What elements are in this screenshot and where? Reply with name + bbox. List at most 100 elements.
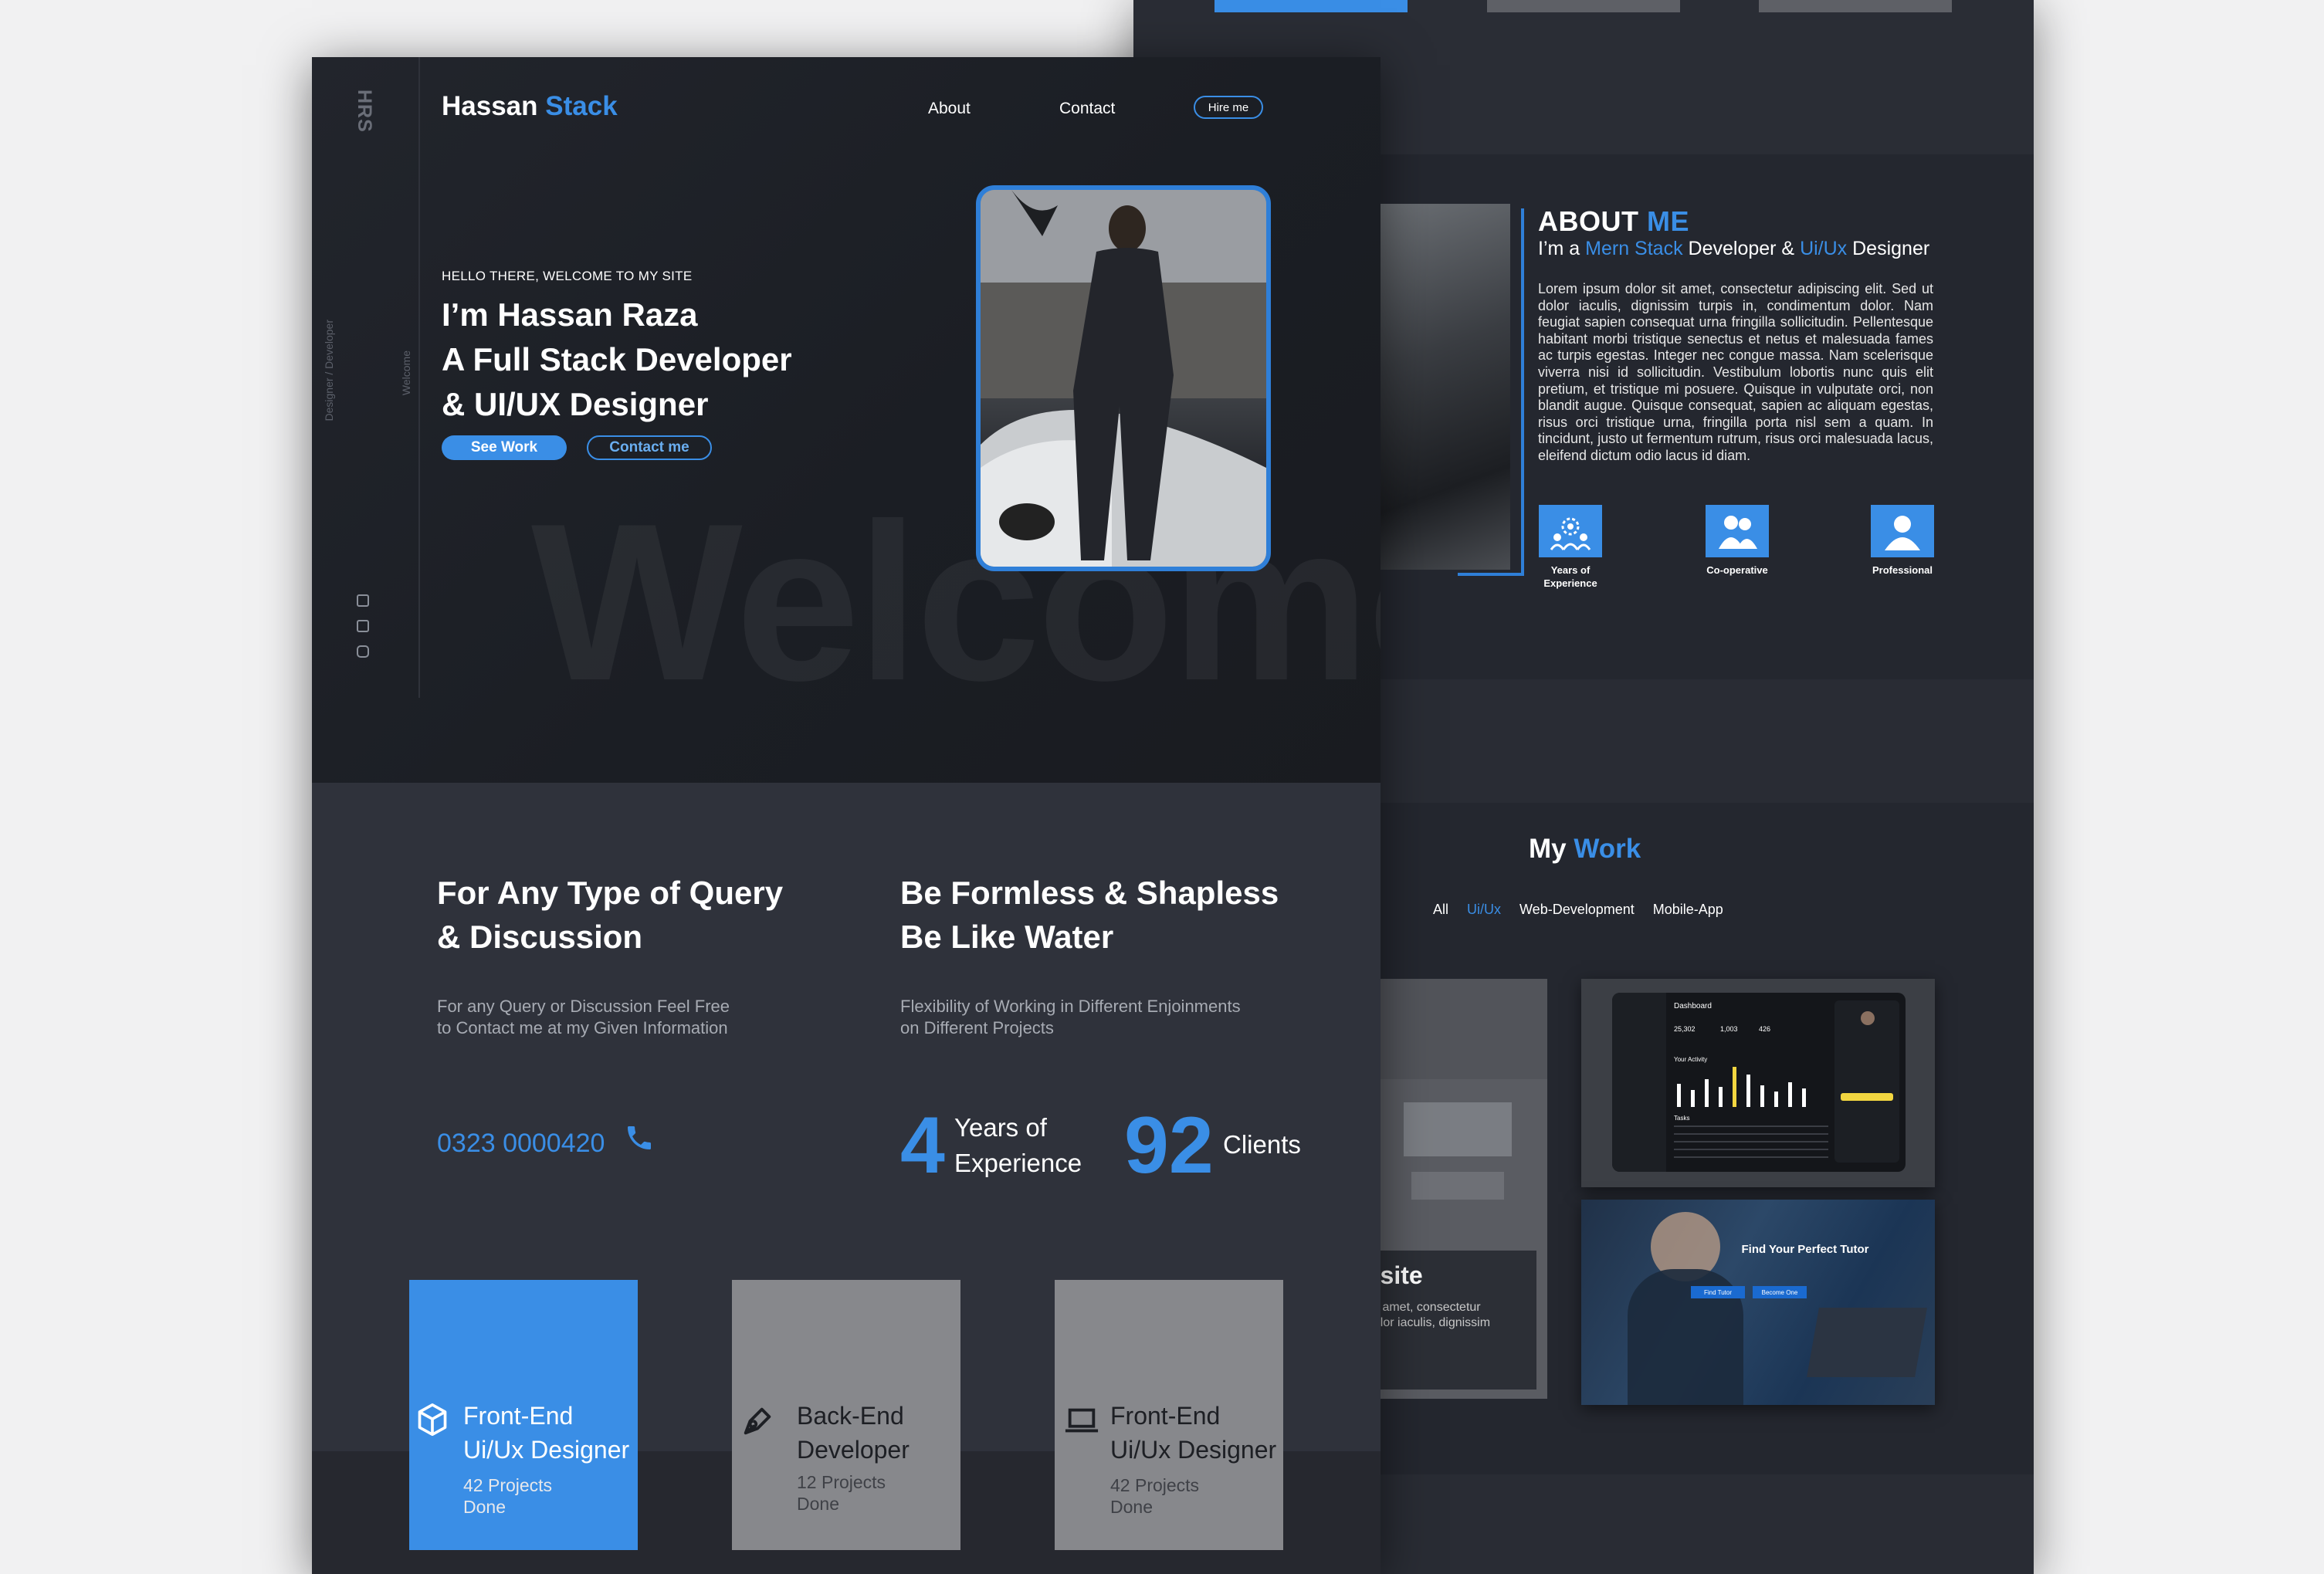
hero-photo <box>976 185 1271 571</box>
query-description: For any Query or Discussion Feel Free to… <box>437 996 730 1039</box>
dashboard-sidebar <box>1612 993 1666 1172</box>
feature-label: Experience <box>1543 577 1597 589</box>
cube-icon <box>415 1402 449 1443</box>
query-title-line: & Discussion <box>437 919 643 955</box>
hero-role: A Full Stack Developer <box>442 341 792 377</box>
hire-me-button[interactable]: Hire me <box>1194 96 1263 119</box>
laptop-image <box>1807 1308 1927 1377</box>
brand-logo[interactable]: Hassan Stack <box>442 91 618 122</box>
work-title-second: Work <box>1574 834 1641 864</box>
feature-label: Co-operative <box>1706 564 1768 576</box>
top-tab-active[interactable] <box>1215 0 1408 12</box>
dashboard-right-panel <box>1834 1000 1899 1163</box>
work-filters: All Ui/Ux Web-Development Mobile-App <box>1433 902 1723 918</box>
instagram-icon[interactable] <box>357 645 369 658</box>
about-paragraph: Lorem ipsum dolor sit amet, consectetur … <box>1538 281 1933 463</box>
dashboard-mockup: Dashboard 25,302 1,003 426 Your Activity… <box>1612 993 1906 1172</box>
formless-title: Be Formless & Shapless Be Like Water <box>900 871 1279 959</box>
service-title: Ui/Ux Designer <box>1110 1436 1277 1464</box>
feature-experience: Years of Experience <box>1516 505 1624 590</box>
years-label: Years of Experience <box>954 1110 1082 1181</box>
nav-contact[interactable]: Contact <box>1059 100 1115 118</box>
dashboard-stat: 1,003 <box>1720 1025 1738 1033</box>
service-title: Ui/Ux Designer <box>463 1436 630 1464</box>
project-tutor-site[interactable]: Find Your Perfect Tutor Find Tutor Becom… <box>1581 1200 1935 1405</box>
about-sub-prefix: I’m a <box>1538 238 1580 259</box>
home-page-preview: HRS Designer / Developer Welcome Hassan … <box>312 57 1381 1574</box>
find-tutor-button[interactable]: Find Tutor <box>1691 1286 1745 1298</box>
filter-mobile-app[interactable]: Mobile-App <box>1653 902 1723 918</box>
query-title-line: For Any Type of Query <box>437 875 784 911</box>
service-subtitle: 12 Projects <box>797 1472 886 1492</box>
formless-title-line: Be Formless & Shapless <box>900 875 1279 911</box>
hero-name: I’m Hassan Raza <box>442 296 698 333</box>
user-icon <box>1871 505 1934 557</box>
dashboard-tasks-label: Tasks <box>1674 1115 1690 1122</box>
project-card-text: dolor iaculis, dignissim <box>1367 1316 1491 1329</box>
dashboard-activity-label: Your Activity <box>1674 1056 1708 1063</box>
phone-icon[interactable] <box>624 1122 655 1157</box>
filter-all[interactable]: All <box>1433 902 1448 918</box>
feature-cooperative: Co-operative <box>1683 505 1791 577</box>
nav-about[interactable]: About <box>928 100 971 118</box>
query-title: For Any Type of Query & Discussion <box>437 871 783 959</box>
sidebar-divider <box>418 57 420 698</box>
hero-greeting: HELLO THERE, WELCOME TO MY SITE <box>442 269 693 283</box>
about-subtitle: I’m a Mern Stack Developer & Ui/Ux Desig… <box>1538 238 1929 260</box>
filter-uiux[interactable]: Ui/Ux <box>1467 902 1501 918</box>
about-sub-suffix: Designer <box>1852 238 1930 259</box>
clients-number: 92 <box>1124 1101 1214 1190</box>
brand-second: Stack <box>545 91 618 121</box>
service-card-frontend[interactable]: Front-End Ui/Ux Designer 42 Projects Done <box>409 1280 638 1550</box>
contact-me-button[interactable]: Contact me <box>587 435 712 460</box>
formless-desc-line: on Different Projects <box>900 1018 1054 1037</box>
dashboard-stat: 426 <box>1759 1025 1771 1033</box>
service-subtitle: Done <box>797 1494 839 1514</box>
phone-link[interactable]: 0323 0000420 <box>437 1129 605 1159</box>
project-card-info: osite sit amet, consectetur dolor iaculis… <box>1365 1251 1536 1390</box>
dashboard-title: Dashboard <box>1674 1002 1712 1010</box>
about-sub-mid: Developer & <box>1688 238 1795 259</box>
thumbnail <box>1404 1102 1512 1156</box>
about-sub-role2: Ui/Ux <box>1800 238 1848 259</box>
become-one-button[interactable]: Become One <box>1753 1286 1807 1298</box>
hero-role-secondary: & UI/UX Designer <box>442 386 709 422</box>
project-dashboard[interactable]: Dashboard 25,302 1,003 426 Your Activity… <box>1581 979 1935 1187</box>
linkedin-icon[interactable] <box>357 594 369 607</box>
team-gear-icon <box>1539 505 1602 557</box>
brand-first: Hassan <box>442 91 538 121</box>
facebook-icon[interactable] <box>357 620 369 632</box>
laptop-icon <box>1064 1406 1099 1438</box>
phone-number: 0323 0000420 <box>437 1129 605 1158</box>
years-number: 4 <box>900 1101 945 1190</box>
sidebar-logo[interactable]: HRS <box>347 90 375 133</box>
about-title-first: ABOUT <box>1538 205 1639 237</box>
top-tab[interactable] <box>1759 0 1952 12</box>
filter-web-development[interactable]: Web-Development <box>1519 902 1635 918</box>
service-card-backend[interactable]: Back-End Developer 12 Projects Done <box>732 1280 960 1550</box>
feature-label: Professional <box>1872 564 1933 576</box>
about-title-second: ME <box>1647 205 1690 237</box>
sidebar-welcome-text: Welcome <box>400 350 412 396</box>
about-photo-frame <box>1458 208 1524 576</box>
pen-icon <box>740 1403 775 1443</box>
work-title-first: My <box>1529 834 1567 864</box>
service-subtitle: 42 Projects <box>1110 1475 1200 1495</box>
formless-title-line: Be Like Water <box>900 919 1114 955</box>
users-icon <box>1706 505 1769 557</box>
project-card-website[interactable]: osite sit amet, consectetur dolor iaculis… <box>1365 1079 1547 1399</box>
project-card-text: sit amet, consectetur <box>1367 1301 1481 1314</box>
work-title: My Work <box>1529 834 1641 865</box>
feature-label: Years of <box>1550 564 1591 576</box>
formless-desc-line: Flexibility of Working in Different Enjo… <box>900 997 1241 1016</box>
project-card-partial[interactable] <box>1365 979 1547 1079</box>
activity-bar-chart <box>1677 1067 1806 1107</box>
see-work-button[interactable]: See Work <box>442 435 567 460</box>
top-tab[interactable] <box>1487 0 1680 12</box>
dashboard-highlight <box>1841 1093 1893 1101</box>
service-title: Back-End <box>797 1402 904 1430</box>
years-label-line: Years of <box>954 1113 1047 1142</box>
service-subtitle: Done <box>463 1497 506 1517</box>
service-title: Front-End <box>463 1402 574 1430</box>
service-card-uiux[interactable]: Front-End Ui/Ux Designer 42 Projects Done <box>1055 1280 1283 1550</box>
